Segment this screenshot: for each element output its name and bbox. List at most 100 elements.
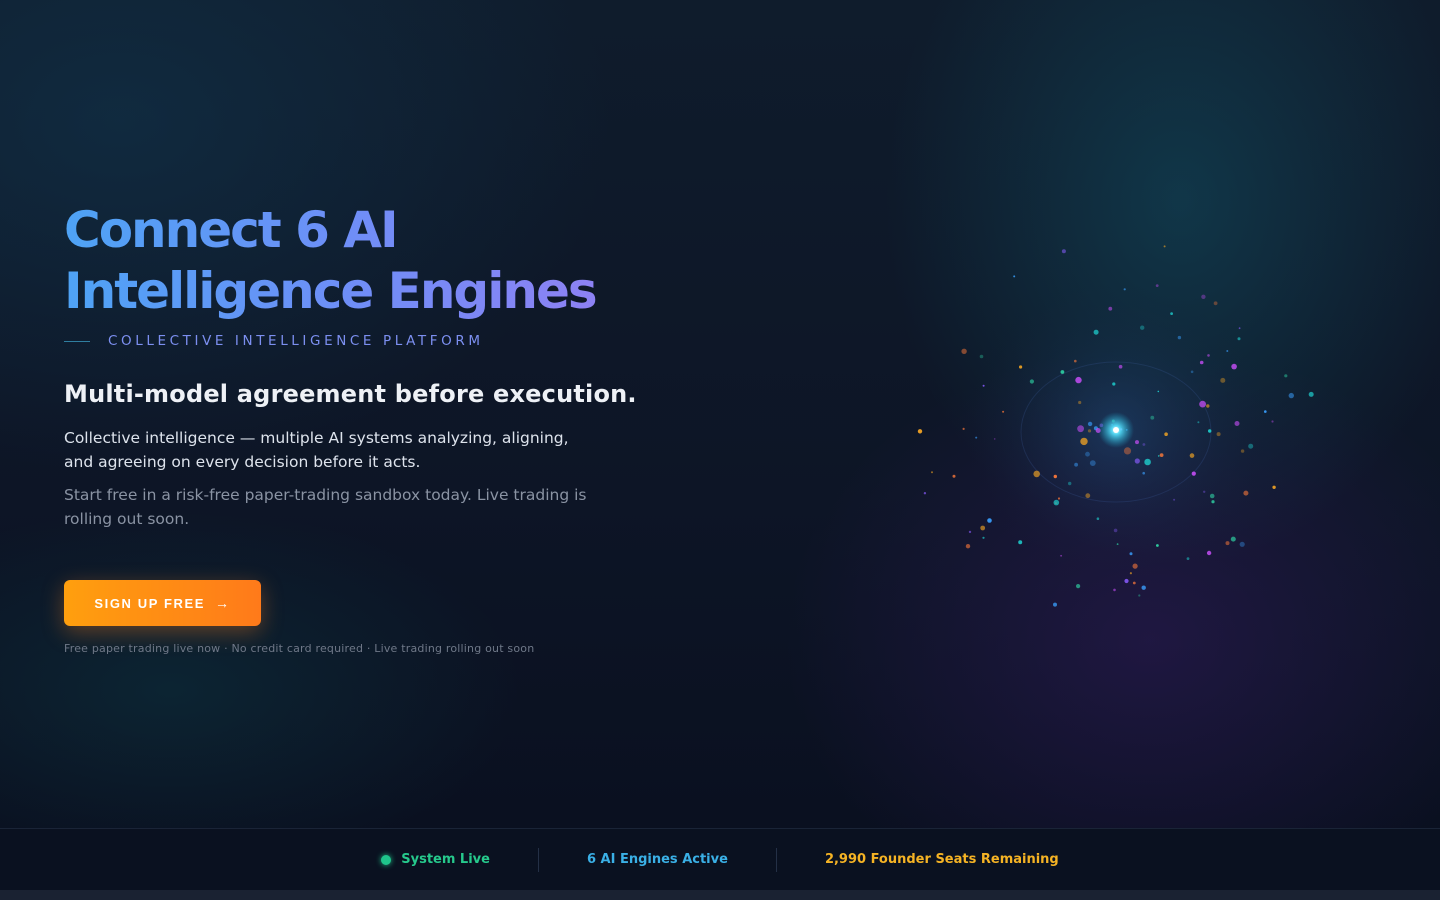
viz-particle bbox=[1225, 541, 1230, 546]
viz-particle bbox=[1134, 458, 1140, 464]
viz-particle bbox=[1123, 288, 1126, 291]
viz-particle bbox=[1220, 377, 1226, 383]
viz-particle bbox=[1157, 390, 1160, 393]
viz-particle bbox=[1141, 585, 1146, 590]
viz-particle bbox=[1164, 432, 1168, 436]
viz-particle bbox=[1237, 337, 1241, 341]
viz-particle bbox=[1288, 392, 1294, 399]
viz-particle bbox=[1096, 517, 1100, 520]
viz-particle bbox=[952, 474, 956, 478]
particle-network-visualization bbox=[917, 245, 1314, 607]
sign-up-free-button[interactable]: SIGN UP FREE → bbox=[64, 580, 261, 626]
viz-particle bbox=[1129, 572, 1132, 575]
viz-particle bbox=[1191, 471, 1196, 476]
viz-particle bbox=[1271, 420, 1274, 423]
kicker-text: COLLECTIVE INTELLIGENCE PLATFORM bbox=[108, 333, 484, 349]
viz-particle bbox=[917, 429, 923, 434]
viz-particle bbox=[1234, 421, 1240, 426]
viz-particle bbox=[923, 492, 927, 495]
viz-particle bbox=[1093, 329, 1099, 335]
viz-particle bbox=[1089, 460, 1096, 466]
viz-particle bbox=[1206, 404, 1210, 408]
cta-note: Free paper trading live now · No credit … bbox=[64, 642, 535, 655]
viz-particle bbox=[1124, 578, 1129, 584]
viz-particle bbox=[1240, 449, 1245, 453]
viz-particle bbox=[1076, 584, 1081, 589]
viz-particle bbox=[1156, 544, 1159, 547]
hero-title: Connect 6 AI Intelligence Engines bbox=[64, 200, 704, 322]
viz-particle bbox=[1170, 312, 1173, 315]
viz-particle bbox=[1144, 458, 1151, 466]
viz-particle bbox=[1057, 497, 1061, 500]
viz-particle bbox=[1075, 376, 1082, 384]
viz-particle bbox=[1284, 374, 1288, 378]
viz-particle bbox=[1199, 400, 1206, 408]
viz-particle bbox=[982, 536, 985, 539]
viz-particle bbox=[965, 544, 971, 549]
viz-particle bbox=[1060, 554, 1062, 557]
viz-particle bbox=[1248, 443, 1254, 449]
live-dot-icon bbox=[381, 854, 392, 865]
system-status-text: System Live bbox=[401, 852, 490, 867]
viz-particle bbox=[980, 525, 986, 531]
viz-particle bbox=[1053, 499, 1060, 506]
viz-particle bbox=[961, 348, 967, 354]
viz-particle bbox=[979, 354, 984, 359]
hero-section: Connect 6 AI Intelligence Engines COLLEC… bbox=[0, 0, 1440, 828]
viz-particle bbox=[993, 438, 996, 440]
viz-particle bbox=[1138, 594, 1141, 597]
viz-particle bbox=[1113, 528, 1118, 533]
viz-particle bbox=[1061, 249, 1066, 254]
viz-particle bbox=[1206, 550, 1212, 556]
viz-particle bbox=[1074, 359, 1077, 363]
viz-particle bbox=[987, 518, 992, 523]
viz-particle bbox=[1203, 490, 1206, 493]
viz-particle bbox=[1108, 306, 1113, 311]
viz-particle bbox=[1231, 363, 1237, 370]
viz-core bbox=[1113, 427, 1119, 433]
viz-particle bbox=[1207, 354, 1210, 357]
system-status: System Live bbox=[333, 852, 538, 867]
viz-particle bbox=[1190, 370, 1194, 374]
viz-particle bbox=[1135, 440, 1139, 445]
viz-particle bbox=[1077, 425, 1084, 433]
viz-particle bbox=[1112, 382, 1116, 386]
viz-particle bbox=[1230, 536, 1236, 542]
viz-particle bbox=[982, 384, 985, 387]
arrow-right-icon: → bbox=[215, 595, 231, 611]
viz-particle bbox=[1068, 481, 1072, 486]
viz-particle bbox=[1159, 453, 1164, 457]
viz-particle bbox=[1118, 364, 1123, 369]
viz-particle bbox=[1085, 451, 1090, 457]
viz-particle bbox=[1078, 400, 1082, 405]
viz-particle bbox=[1132, 563, 1138, 569]
viz-particle bbox=[1033, 470, 1040, 478]
viz-particle bbox=[1155, 284, 1159, 287]
viz-particle bbox=[1209, 493, 1215, 499]
viz-particle bbox=[1189, 453, 1195, 458]
viz-particle bbox=[1019, 365, 1023, 369]
kicker-line bbox=[64, 340, 90, 342]
viz-particle bbox=[1087, 429, 1092, 433]
viz-particle bbox=[1132, 581, 1136, 585]
seats-status-text: 2,990 Founder Seats Remaining bbox=[824, 852, 1059, 867]
viz-particle bbox=[1053, 474, 1057, 479]
viz-particle bbox=[1087, 421, 1093, 427]
viz-particle bbox=[1238, 327, 1241, 330]
viz-particle bbox=[1116, 543, 1119, 545]
viz-particle bbox=[1074, 462, 1078, 467]
viz-particle bbox=[931, 471, 933, 474]
viz-particle bbox=[1201, 294, 1206, 299]
viz-particle bbox=[1129, 552, 1133, 556]
viz-particle bbox=[962, 427, 965, 430]
viz-particle bbox=[1157, 455, 1160, 457]
viz-particle bbox=[1226, 350, 1229, 352]
engines-status-text: 6 AI Engines Active bbox=[586, 852, 728, 867]
hero-description: Collective intelligence — multiple AI sy… bbox=[64, 429, 569, 471]
viz-particle bbox=[1197, 421, 1200, 424]
viz-particle bbox=[1211, 500, 1215, 504]
viz-particle bbox=[1002, 410, 1005, 413]
viz-particle bbox=[1272, 485, 1276, 489]
viz-particle bbox=[1216, 432, 1221, 437]
viz-particle bbox=[1018, 540, 1023, 545]
